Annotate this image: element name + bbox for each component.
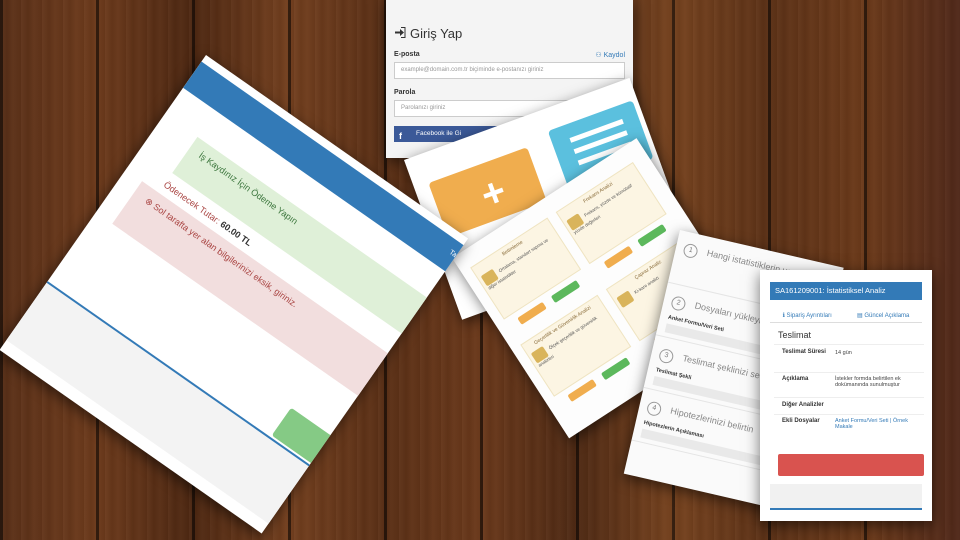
step-number: 1 [682,242,699,260]
tab-order-details[interactable]: ℹ Sipariş Ayrıntıları [783,312,832,319]
row-key: Ekli Dosyalar [782,418,820,424]
sign-in-icon [394,26,406,41]
tab-current-note[interactable]: ▤ Güncel Açıklama [857,312,909,319]
document-icon: ▤ [857,312,863,319]
row-key: Diğer Analizler [782,402,824,408]
action-button[interactable] [778,454,924,476]
card-footer [770,484,922,510]
password-label: Parola [394,89,416,96]
plus-icon: + [475,168,513,219]
row-value: 14 gün [835,350,852,356]
row-key: Açıklama [782,376,809,382]
row-value: İstekler formda belirtilen ek dokümanınd… [835,376,901,388]
divider [774,414,924,415]
row-key: Teslimat Süresi [782,349,826,355]
attached-files-link[interactable]: Anket Formu/Veri Seti | Örnek Makale [835,418,925,430]
divider [774,397,924,398]
section-title: Teslimat [778,330,812,340]
step-number: 4 [645,400,663,418]
table-icon [616,290,635,309]
login-title-text: Giriş Yap [410,26,463,41]
email-row: E-posta ⚇ Kaydol [394,51,625,59]
facebook-icon: f [399,131,402,141]
order-detail-card: SA161209001: İstatistiksel Analiz ℹ Sipa… [760,270,932,521]
divider [774,372,924,373]
divider [774,344,924,345]
login-title: Giriş Yap [394,26,625,41]
order-tabs: ℹ Sipariş Ayrıntıları ▤ Güncel Açıklama [770,308,922,323]
user-plus-icon: ⚇ [595,52,602,59]
email-label: E-posta [394,51,420,58]
step-number: 2 [670,295,687,312]
step-number: 3 [657,347,675,365]
register-link[interactable]: ⚇ Kaydol [595,51,625,59]
info-icon: ℹ [782,312,785,319]
order-header: SA161209001: İstatistiksel Analiz [770,282,922,300]
email-input[interactable]: example@domain.com.tr biçiminde e-postan… [394,62,625,79]
